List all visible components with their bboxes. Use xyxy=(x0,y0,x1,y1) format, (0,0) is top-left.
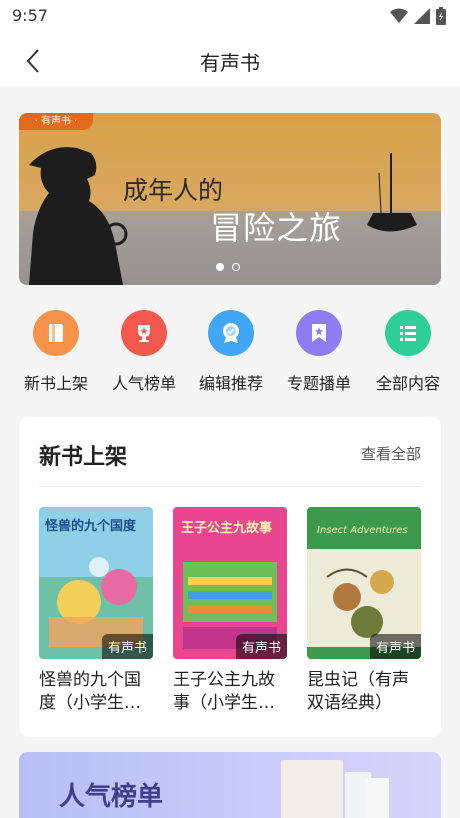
category-ranking[interactable]: 人气榜单 xyxy=(100,306,188,394)
book-icon xyxy=(33,310,79,356)
pager-dot[interactable] xyxy=(232,263,240,271)
book-title: 昆虫记（有声双语经典） xyxy=(307,670,409,713)
banner-pager[interactable] xyxy=(216,263,240,271)
book-cover: Insect Adventures 有声书 xyxy=(307,507,421,659)
audiobook-badge: 有声书 xyxy=(101,634,153,659)
book-title: 王子公主九故事（小学生… xyxy=(173,670,275,713)
status-icons xyxy=(390,7,446,25)
medal-icon xyxy=(208,310,254,356)
book-item[interactable]: 王子公主九故事 有声书 王子公主九故事（小学生… xyxy=(173,507,287,715)
signal-icon xyxy=(414,8,430,24)
banner-headline-2: 冒险之旅 xyxy=(210,209,343,247)
nav-bar: 有声书 xyxy=(0,34,460,86)
section-title: 人气榜单 xyxy=(59,782,164,812)
bookmark-star-icon xyxy=(296,310,342,356)
banner-image xyxy=(19,113,441,285)
cover-title: Insect Adventures xyxy=(317,525,408,536)
wifi-icon xyxy=(390,8,408,23)
book-item[interactable]: Insect Adventures 有声书 昆虫记（有声双语经典） xyxy=(307,507,421,715)
audiobook-badge: 有声书 xyxy=(235,634,287,659)
category-label: 人气榜单 xyxy=(111,374,176,393)
pager-dot-active[interactable] xyxy=(216,263,224,271)
ranking-section[interactable]: 人气榜单 xyxy=(19,752,441,818)
category-label: 编辑推荐 xyxy=(198,374,263,393)
banner[interactable]: · 有声书 · 成年人的 冒险之旅 xyxy=(19,113,441,285)
banner-headline-1: 成年人的 xyxy=(123,176,224,205)
book-item[interactable]: 怪兽的九个国度 有声书 怪兽的九个国度（小学生… xyxy=(39,507,153,715)
book-cover: 怪兽的九个国度 有声书 xyxy=(39,507,153,659)
category-label: 新书上架 xyxy=(23,374,88,393)
trophy-icon xyxy=(121,310,167,356)
status-bar: 9:57 xyxy=(0,0,460,34)
audiobook-badge: 有声书 xyxy=(369,634,421,659)
category-row: 新书上架 人气榜单 编辑推荐 专题播单 全部内容 xyxy=(0,306,460,396)
category-editor-picks[interactable]: 编辑推荐 xyxy=(187,306,275,394)
category-all-content[interactable]: 全部内容 xyxy=(364,306,452,394)
new-books-section: 新书上架 查看全部 怪兽的九个国度 有声书 怪兽的九个国度（小学生… 王子公主九… xyxy=(19,417,441,737)
category-label: 全部内容 xyxy=(375,374,440,393)
list-icon xyxy=(385,310,431,356)
status-time: 9:57 xyxy=(12,6,48,25)
cover-title: 王子公主九故事 xyxy=(181,521,273,536)
category-topic-playlists[interactable]: 专题播单 xyxy=(275,306,363,394)
divider xyxy=(39,486,421,487)
book-title: 怪兽的九个国度（小学生… xyxy=(39,670,141,713)
page-title: 有声书 xyxy=(200,51,260,75)
banner-tag: · 有声书 · xyxy=(19,113,93,130)
battery-icon xyxy=(436,7,446,25)
cover-title: 怪兽的九个国度 xyxy=(45,519,137,534)
book-cover: 王子公主九故事 有声书 xyxy=(173,507,287,659)
section-title: 新书上架 xyxy=(39,445,128,470)
view-all-link[interactable]: 查看全部 xyxy=(361,443,421,464)
ranking-book-thumbnails xyxy=(281,760,389,818)
category-label: 专题播单 xyxy=(286,374,351,393)
category-new-books[interactable]: 新书上架 xyxy=(12,306,100,394)
